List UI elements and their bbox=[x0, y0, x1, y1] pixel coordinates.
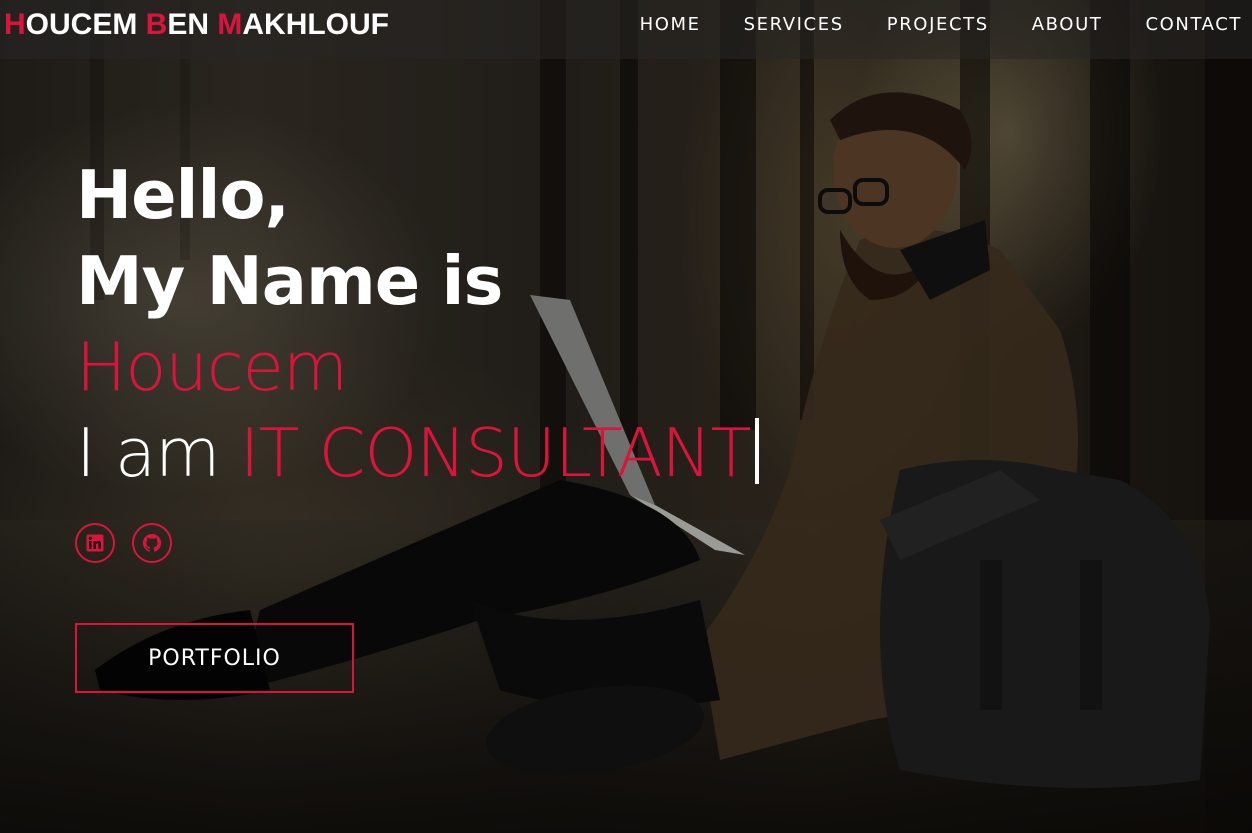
role-prefix: I am bbox=[76, 414, 240, 492]
nav-link-contact[interactable]: CONTACT bbox=[1145, 14, 1242, 35]
nav-links: HOME SERVICES PROJECTS ABOUT CONTACT bbox=[597, 14, 1242, 35]
brand-initial-b: B bbox=[145, 8, 168, 41]
nav-link-home[interactable]: HOME bbox=[640, 14, 701, 35]
greeting-heading: Hello, bbox=[76, 156, 290, 234]
brand-initial-m: M bbox=[217, 8, 243, 41]
social-links bbox=[75, 523, 172, 563]
top-navbar: HOUCEM BEN MAKHLOUF HOME SERVICES PROJEC… bbox=[0, 0, 1252, 59]
name-highlight: Houcem bbox=[76, 328, 348, 406]
brand-logo[interactable]: HOUCEM BEN MAKHLOUF bbox=[4, 8, 389, 42]
brand-initial-h: H bbox=[4, 8, 26, 41]
brand-text-oucem: OUCEM bbox=[25, 8, 146, 41]
nav-link-projects[interactable]: PROJECTS bbox=[887, 14, 989, 35]
nav-link-about[interactable]: ABOUT bbox=[1032, 14, 1103, 35]
role-typed-text: IT CONSULTANT bbox=[239, 414, 752, 492]
brand-text-akhlouf: AKHLOUF bbox=[242, 8, 390, 41]
linkedin-icon bbox=[86, 534, 104, 552]
brand-text-en: EN bbox=[167, 8, 218, 41]
role-line: I am IT CONSULTANT bbox=[76, 410, 759, 496]
github-button[interactable] bbox=[132, 523, 172, 563]
github-icon bbox=[142, 533, 162, 552]
name-intro-heading: My Name is bbox=[76, 242, 503, 320]
portfolio-button[interactable]: PORTFOLIO bbox=[75, 623, 354, 693]
typing-cursor bbox=[754, 418, 759, 484]
linkedin-button[interactable] bbox=[75, 523, 115, 563]
nav-link-services[interactable]: SERVICES bbox=[744, 14, 844, 35]
hero-section: HOUCEM BEN MAKHLOUF HOME SERVICES PROJEC… bbox=[0, 0, 1252, 833]
hero-intro: Hello, My Name is Houcem I am IT CONSULT… bbox=[76, 152, 759, 496]
